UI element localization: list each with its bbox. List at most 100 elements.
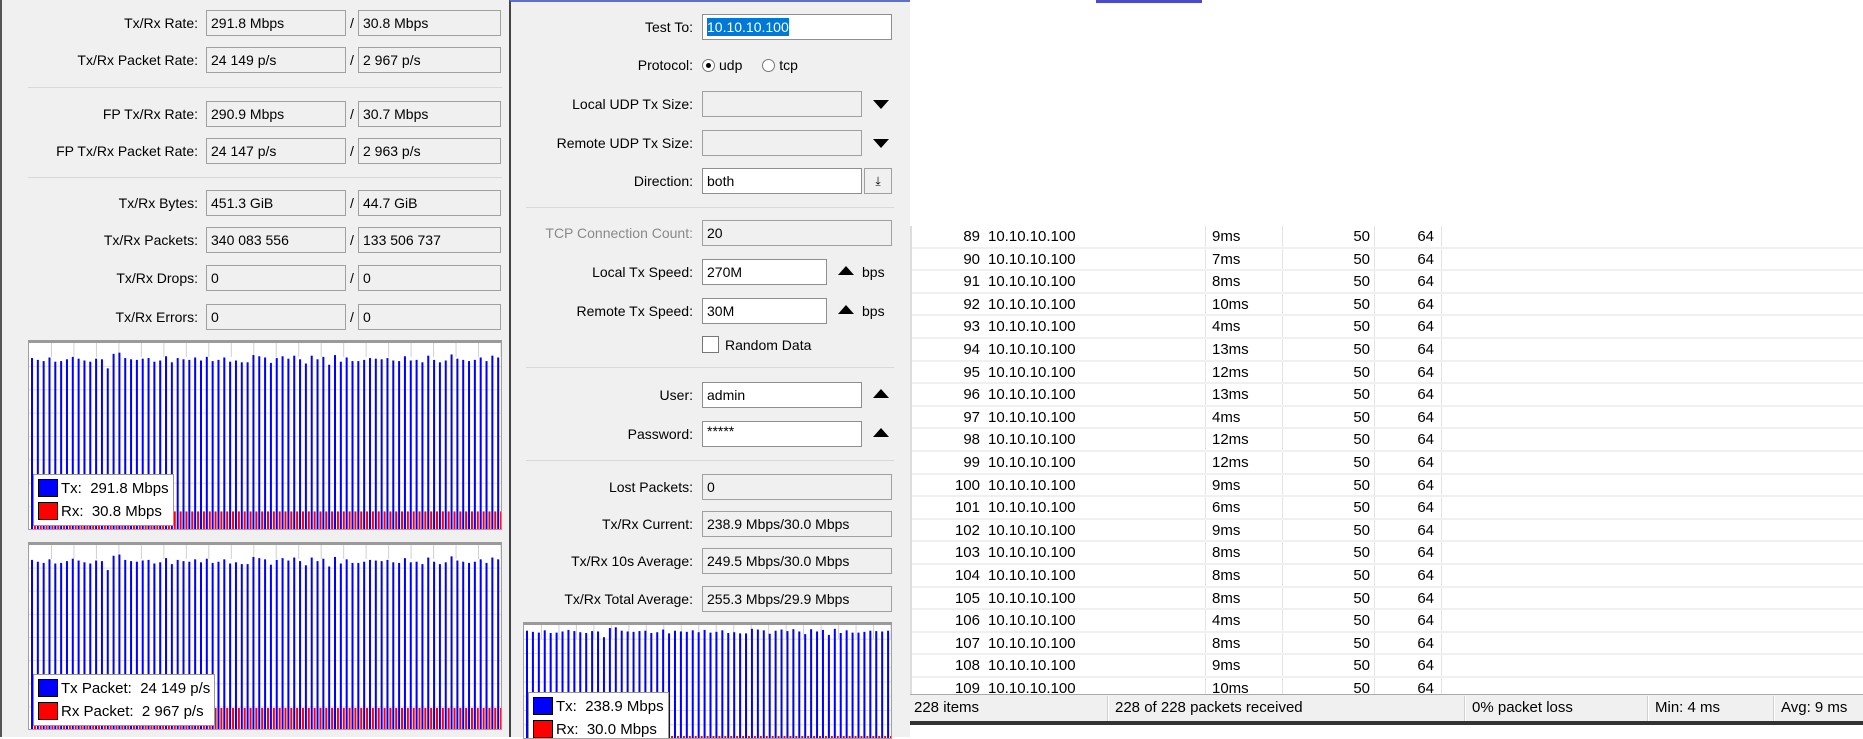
- rx-bar: [453, 511, 456, 529]
- table-row[interactable]: 93 10.10.10.100 4ms 50 64: [912, 316, 1863, 339]
- random-data-checkbox[interactable]: Random Data: [702, 332, 811, 358]
- protocol-udp-radio[interactable]: udp: [702, 57, 742, 73]
- table-row[interactable]: 102 10.10.10.100 9ms 50 64: [912, 520, 1863, 543]
- test-to-value: 10.10.10.100: [707, 18, 789, 36]
- rx-bar: [500, 707, 501, 729]
- cell-host: 10.10.10.100: [988, 273, 1076, 291]
- tx-bar: [473, 359, 476, 529]
- direction-select[interactable]: both: [702, 168, 862, 194]
- status-received: 228 of 228 packets received: [1115, 699, 1303, 716]
- tx-bar: [745, 633, 748, 738]
- table-row[interactable]: 107 10.10.10.100 8ms 50 64: [912, 633, 1863, 656]
- local-tx-speed-input[interactable]: 270M: [702, 259, 827, 285]
- password-input[interactable]: *****: [702, 421, 862, 447]
- tx-bar: [182, 359, 185, 529]
- rx-bar: [488, 707, 491, 729]
- rx-bar: [243, 707, 246, 729]
- local-udp-tx-size-input[interactable]: [702, 91, 862, 117]
- tx-bar: [392, 360, 395, 529]
- table-row[interactable]: 99 10.10.10.100 12ms 50 64: [912, 452, 1863, 475]
- table-row[interactable]: 97 10.10.10.100 4ms 50 64: [912, 407, 1863, 430]
- password-label: Password:: [627, 426, 693, 442]
- table-row[interactable]: 109 10.10.10.100 10ms 50 64: [912, 678, 1863, 694]
- current-label: Tx/Rx Current:: [601, 516, 693, 532]
- collapse-up-icon[interactable]: [838, 266, 854, 275]
- cell-time: 8ms: [1212, 634, 1241, 652]
- protocol-tcp-radio[interactable]: tcp: [762, 57, 798, 73]
- status-min: Min: 4 ms: [1655, 699, 1721, 716]
- stat-label: Tx/Rx Rate:: [124, 15, 198, 31]
- expand-down-icon[interactable]: [873, 139, 889, 148]
- collapse-up-icon[interactable]: [873, 428, 889, 437]
- tx-bar: [345, 357, 348, 529]
- rx-bar: [453, 707, 456, 729]
- table-row[interactable]: 94 10.10.10.100 13ms 50 64: [912, 339, 1863, 362]
- table-row[interactable]: 91 10.10.10.100 8ms 50 64: [912, 271, 1863, 294]
- rx-bar: [430, 511, 433, 529]
- tx-bar: [438, 564, 441, 729]
- direction-dropdown-button[interactable]: ⤓: [864, 168, 892, 194]
- rx-bar: [185, 511, 188, 529]
- rx-bar: [435, 707, 438, 729]
- tx-bar: [339, 361, 342, 529]
- ping-results-table[interactable]: 89 10.10.10.100 9ms 50 64 90 10.10.10.100 7ms 50…: [910, 226, 1863, 694]
- legend-tx-label: Tx Packet:: [61, 680, 132, 697]
- legend-tx-value: 24 149 p/s: [140, 680, 211, 697]
- table-row[interactable]: 95 10.10.10.100 12ms 50 64: [912, 362, 1863, 385]
- stat-label: Tx/Rx Errors:: [115, 309, 198, 325]
- tx-bar: [304, 565, 307, 729]
- tx-bar: [398, 562, 401, 729]
- cell-host: 10.10.10.100: [988, 657, 1076, 675]
- table-row[interactable]: 96 10.10.10.100 13ms 50 64: [912, 384, 1863, 407]
- rx-bar: [336, 511, 339, 529]
- expand-down-icon[interactable]: [873, 100, 889, 109]
- status-bar: 228 items 228 of 228 packets received 0%…: [910, 694, 1863, 721]
- rx-bar: [191, 511, 194, 529]
- table-row[interactable]: 90 10.10.10.100 7ms 50 64: [912, 249, 1863, 272]
- tx-bar: [275, 358, 278, 529]
- collapse-up-icon[interactable]: [873, 389, 889, 398]
- tx-bar: [240, 564, 243, 729]
- cell-seq: 108: [954, 657, 980, 675]
- table-row[interactable]: 98 10.10.10.100 12ms 50 64: [912, 429, 1863, 452]
- rx-bar: [465, 707, 468, 729]
- tx-bar: [269, 362, 272, 529]
- tcp-connection-count-input[interactable]: 20: [702, 220, 892, 246]
- test-to-input[interactable]: 10.10.10.100: [702, 14, 892, 40]
- remote-udp-tx-size-input[interactable]: [702, 130, 862, 156]
- rx-bar: [470, 707, 473, 729]
- rx-bar: [424, 707, 427, 729]
- rx-bar: [401, 511, 404, 529]
- tx-bar: [217, 561, 220, 729]
- tx-bar: [697, 632, 700, 738]
- tx-bar: [780, 629, 783, 738]
- tx-bar: [392, 562, 395, 729]
- stat-tx-value: 451.3 GiB: [206, 190, 346, 216]
- rx-bar: [348, 511, 351, 529]
- table-row[interactable]: 100 10.10.10.100 9ms 50 64: [912, 475, 1863, 498]
- legend-tx-value: 238.9 Mbps: [585, 698, 664, 715]
- rx-bar: [488, 511, 491, 529]
- tx-bar: [709, 632, 712, 738]
- table-row[interactable]: 89 10.10.10.100 9ms 50 64: [912, 226, 1863, 249]
- cell-seq: 101: [954, 499, 980, 517]
- lost-packets-label: Lost Packets:: [608, 479, 693, 495]
- tx-bar: [774, 630, 777, 738]
- tx-bar: [205, 356, 208, 529]
- interface-traffic-panel: Tx/Rx Rate: 291.8 Mbps/30.8 Mbps Tx/Rx Pac…: [0, 0, 509, 737]
- table-row[interactable]: 105 10.10.10.100 8ms 50 64: [912, 588, 1863, 611]
- table-row[interactable]: 104 10.10.10.100 8ms 50 64: [912, 565, 1863, 588]
- table-row[interactable]: 92 10.10.10.100 10ms 50 64: [912, 294, 1863, 317]
- table-row[interactable]: 108 10.10.10.100 9ms 50 64: [912, 655, 1863, 678]
- rx-bar: [325, 511, 328, 529]
- table-row[interactable]: 101 10.10.10.100 6ms 50 64: [912, 497, 1863, 520]
- remote-tx-speed-input[interactable]: 30M: [702, 298, 827, 324]
- rx-bar: [389, 511, 392, 529]
- rx-bar: [435, 511, 438, 529]
- tx-bar: [380, 561, 383, 729]
- table-row[interactable]: 103 10.10.10.100 8ms 50 64: [912, 542, 1863, 565]
- cell-time: 12ms: [1212, 363, 1249, 381]
- table-row[interactable]: 106 10.10.10.100 4ms 50 64: [912, 610, 1863, 633]
- collapse-up-icon[interactable]: [838, 305, 854, 314]
- user-input[interactable]: admin: [702, 382, 862, 408]
